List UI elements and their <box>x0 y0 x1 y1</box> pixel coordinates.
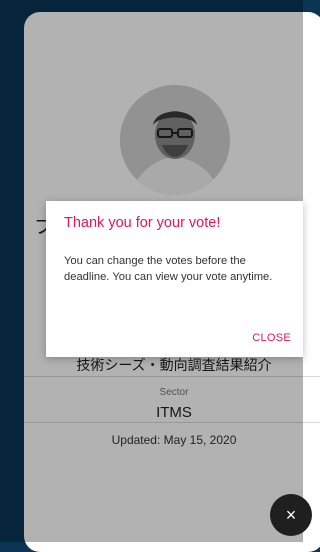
dialog-title: Thank you for your vote! <box>64 215 221 231</box>
dialog-message: You can change the votes before the dead… <box>64 255 273 283</box>
close-icon: × <box>285 504 297 525</box>
vote-confirmation-dialog: Thank you for your vote! You can change … <box>46 201 303 357</box>
dialog-close-button[interactable]: CLOSE <box>252 332 291 344</box>
close-fab-button[interactable]: × <box>270 494 312 536</box>
